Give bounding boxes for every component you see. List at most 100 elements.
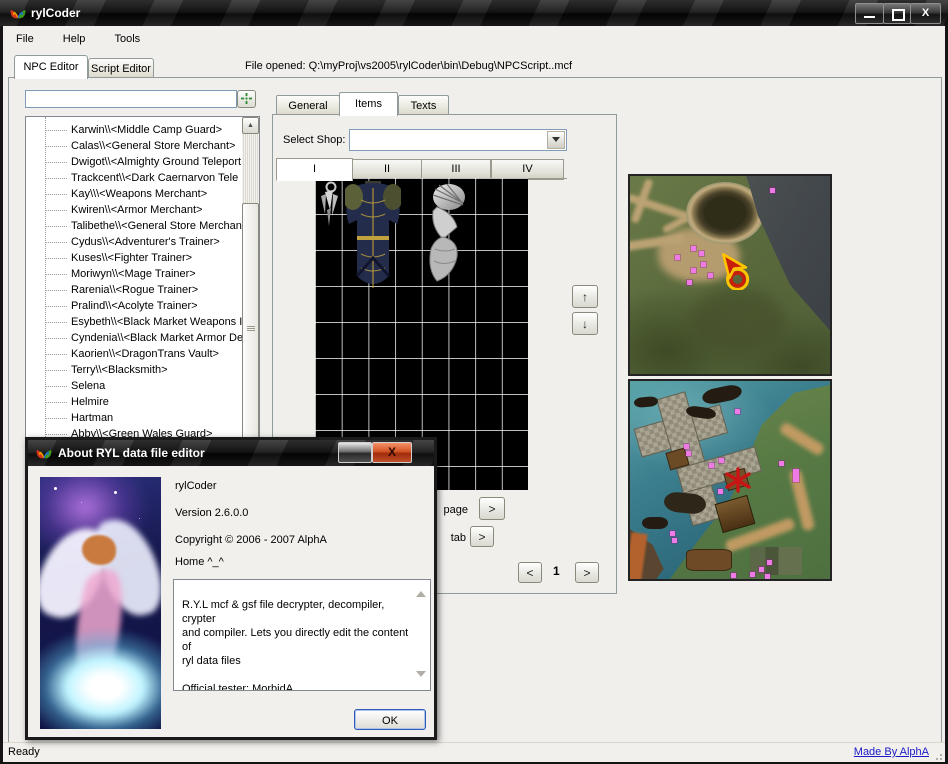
tree-item[interactable]: Helmire [26, 394, 241, 410]
about-description[interactable]: R.Y.L mcf & gsf file decrypter, decompil… [173, 579, 431, 691]
tab-texts[interactable]: Texts [398, 95, 449, 116]
scrollbar-thumb[interactable] [242, 203, 259, 453]
tree-connector [45, 306, 67, 307]
page-number: 1 [553, 564, 560, 578]
app-logo-icon [9, 5, 27, 21]
close-button[interactable]: X [910, 3, 941, 24]
search-button[interactable] [237, 90, 256, 108]
next-page-button[interactable]: > [479, 497, 505, 520]
tree-item-label: Kuses\\<Fighter Trainer> [71, 250, 192, 266]
shop-tab-4[interactable]: IV [491, 159, 564, 180]
minimap-overview[interactable] [628, 174, 832, 376]
artwork-character [82, 535, 116, 565]
tab-general[interactable]: General [276, 95, 340, 116]
dialog-minimize-button[interactable] [338, 442, 372, 463]
dialog-title-bar[interactable]: About RYL data file editor X [28, 440, 434, 466]
tree-item[interactable]: Kwiren\\<Armor Merchant> [26, 202, 241, 218]
tree-connector [45, 402, 67, 403]
tree-item-label: Dwigot\\<Almighty Ground Teleport [71, 154, 241, 170]
tree-item[interactable]: Cyndenia\\<Black Market Armor De [26, 330, 241, 346]
scroll-up-icon: ▲ [247, 122, 254, 129]
tree-item[interactable]: Karwin\\<Middle Camp Guard> [26, 122, 241, 138]
tree-item[interactable]: Cydus\\<Adventurer's Trainer> [26, 234, 241, 250]
desc-scroll-down-icon[interactable] [416, 671, 426, 682]
item-pendant[interactable] [317, 180, 343, 230]
resize-grip[interactable] [933, 751, 942, 760]
tab-items[interactable]: Items [339, 92, 398, 116]
tree-item[interactable]: Talibethe\\<General Store Merchan [26, 218, 241, 234]
tree-item-label: Calas\\<General Store Merchant> [71, 138, 235, 154]
map-forest-shade [690, 288, 786, 354]
tree-connector [45, 338, 67, 339]
made-by-link[interactable]: Made By AlphA [854, 746, 929, 758]
close-icon: X [388, 445, 396, 459]
move-up-button[interactable]: ↑ [572, 285, 598, 308]
tree-item[interactable]: Terry\\<Blacksmith> [26, 362, 241, 378]
minimize-icon [864, 16, 875, 18]
minimize-button[interactable] [855, 3, 884, 24]
tree-item[interactable]: Kay\\\<Weapons Merchant> [26, 186, 241, 202]
tree-item-label: Karwin\\<Middle Camp Guard> [71, 122, 222, 138]
tree-item[interactable]: Pralind\\<Acolyte Trainer> [26, 298, 241, 314]
tree-item[interactable]: Trackcent\\<Dark Caernarvon Tele [26, 170, 241, 186]
menu-tools[interactable]: Tools [105, 30, 149, 48]
tree-item[interactable]: Rarenia\\<Rogue Trainer> [26, 282, 241, 298]
tab-npc-editor[interactable]: NPC Editor [14, 55, 88, 79]
tree-item[interactable]: Kuses\\<Fighter Trainer> [26, 250, 241, 266]
tree-connector [45, 130, 67, 131]
item-gauntlet[interactable] [423, 183, 469, 293]
item-plate-armor[interactable] [345, 180, 401, 292]
tree-item[interactable]: Dwigot\\<Almighty Ground Teleport [26, 154, 241, 170]
dropdown-button[interactable] [547, 131, 565, 149]
shop-tab-2[interactable]: II [352, 159, 422, 180]
tree-item[interactable]: Moriwyn\\<Mage Trainer> [26, 266, 241, 282]
npc-marker [709, 463, 714, 468]
tree-connector [45, 322, 67, 323]
tree-item[interactable]: Esybeth\\<Black Market Weapons I [26, 314, 241, 330]
status-text: Ready [8, 746, 40, 758]
close-icon: X [922, 7, 929, 19]
next-icon: > [583, 566, 590, 580]
shop-tab-3[interactable]: III [421, 159, 491, 180]
menu-file[interactable]: File [7, 30, 43, 48]
tree-connector [45, 274, 67, 275]
next-tab-button[interactable]: > [470, 526, 494, 547]
application-window: rylCoder X File Help Tools NPC Editor Sc… [0, 0, 948, 764]
minimap-harbor[interactable] [628, 379, 832, 581]
maximize-icon [892, 9, 905, 21]
tree-item[interactable]: Kaorien\\<DragonTrans Vault> [26, 346, 241, 362]
title-bar[interactable]: rylCoder X [0, 0, 948, 26]
menu-help[interactable]: Help [54, 30, 95, 48]
tree-item[interactable]: Calas\\<General Store Merchant> [26, 138, 241, 154]
scroll-up-button[interactable]: ▲ [242, 117, 259, 134]
maximize-button[interactable] [883, 3, 911, 24]
move-down-button[interactable]: ↓ [572, 312, 598, 335]
prev-icon: < [526, 566, 533, 580]
dialog-close-button[interactable]: X [372, 442, 412, 463]
tree-item[interactable]: Hartman [26, 410, 241, 426]
select-shop-dropdown[interactable] [349, 129, 567, 151]
ok-button[interactable]: OK [354, 709, 426, 730]
tree-connector [45, 210, 67, 211]
npc-marker [686, 451, 691, 456]
tree-item-label: Hartman [71, 410, 113, 426]
about-home-link[interactable]: Home ^_^ [175, 556, 224, 568]
search-input[interactable] [25, 90, 237, 108]
tree-item-label: Trackcent\\<Dark Caernarvon Tele [71, 170, 238, 186]
tree-item[interactable]: Selena [26, 378, 241, 394]
next-page-nav-button[interactable]: > [575, 562, 599, 583]
tree-item-label: Kwiren\\<Armor Merchant> [71, 202, 202, 218]
npc-marker [672, 538, 677, 543]
desc-scroll-up-icon[interactable] [416, 586, 426, 597]
shop-tab-1[interactable]: I [276, 158, 353, 181]
tab-script-editor[interactable]: Script Editor [88, 58, 154, 79]
about-app-name: rylCoder [175, 480, 217, 492]
next-icon: > [478, 530, 485, 544]
tree-connector [45, 354, 67, 355]
npc-marker [687, 280, 692, 285]
dropdown-arrow-icon [552, 137, 560, 146]
npc-marker [719, 458, 724, 463]
prev-page-button[interactable]: < [518, 562, 542, 583]
tree-connector [45, 434, 67, 435]
npc-marker [675, 255, 680, 260]
